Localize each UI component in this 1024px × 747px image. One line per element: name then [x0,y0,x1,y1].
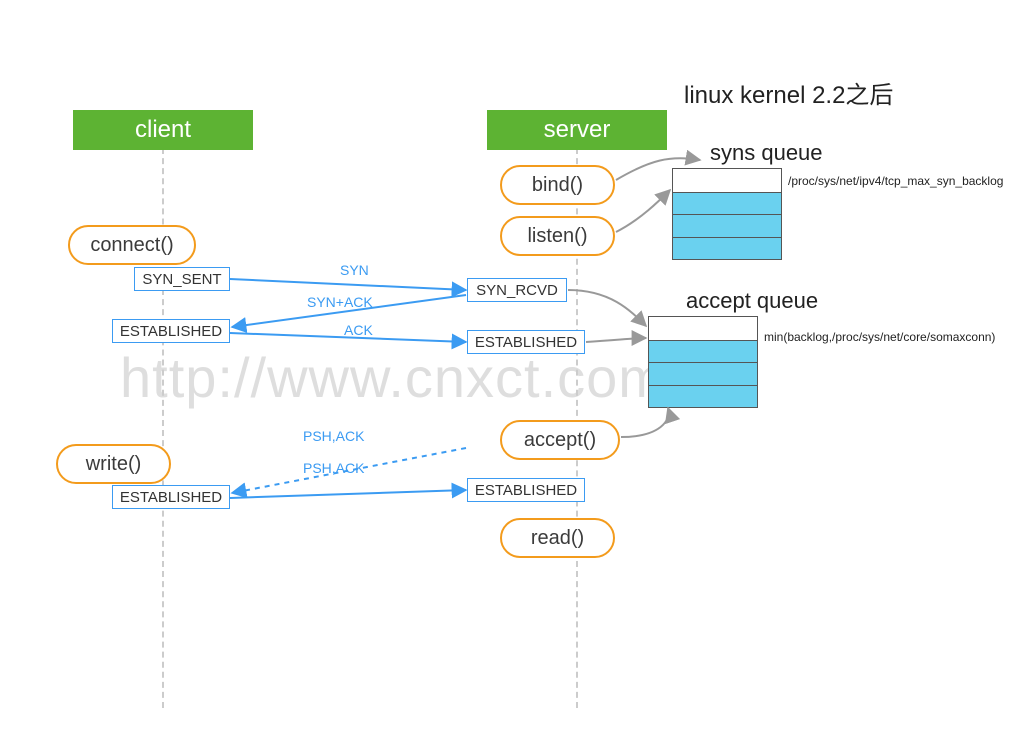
accept-queue-title: accept queue [686,288,818,314]
state-client-est2: ESTABLISHED [112,485,230,509]
syns-queue-path: /proc/sys/net/ipv4/tcp_max_syn_backlog [788,174,1003,188]
syns-queue-title: syns queue [710,140,823,166]
state-syn-rcvd: SYN_RCVD [467,278,567,302]
msg-synack: SYN+ACK [307,294,373,310]
server-header: server [487,110,667,150]
arrow-pshack [230,490,466,498]
accept-queue-slot [649,340,757,363]
msg-pshack1: PSH,ACK [303,428,364,444]
watermark-text: http://www.cnxct.com [120,345,666,410]
connect-call: connect() [68,225,196,265]
write-call: write() [56,444,171,484]
msg-syn: SYN [340,262,369,278]
bind-call: bind() [500,165,615,205]
state-server-est1: ESTABLISHED [467,330,585,354]
syns-queue-slot [673,237,781,260]
msg-ack: ACK [344,322,373,338]
accept-queue-slot-empty [649,317,757,340]
read-call: read() [500,518,615,558]
state-syn-sent: SYN_SENT [134,267,230,291]
accept-queue [648,316,758,408]
syns-queue [672,168,782,260]
accept-call: accept() [500,420,620,460]
arrow-synrcvd-to-accept [568,290,646,326]
client-header: client [73,110,253,150]
arrow-listen-to-syns [616,190,670,232]
arrow-syn [230,279,466,290]
syns-queue-slot [673,214,781,237]
diagram-title: linux kernel 2.2之后 [684,75,893,110]
syns-queue-slot [673,192,781,215]
arrow-est-to-accept [586,338,646,342]
syns-queue-slot-empty [673,169,781,192]
state-server-est2: ESTABLISHED [467,478,585,502]
accept-queue-path: min(backlog,/proc/sys/net/core/somaxconn… [764,330,995,344]
state-client-est1: ESTABLISHED [112,319,230,343]
msg-pshack2: PSH,ACK [303,460,364,476]
arrow-accept-to-queue [621,408,669,437]
listen-call: listen() [500,216,615,256]
accept-queue-slot [649,362,757,385]
accept-queue-slot [649,385,757,408]
